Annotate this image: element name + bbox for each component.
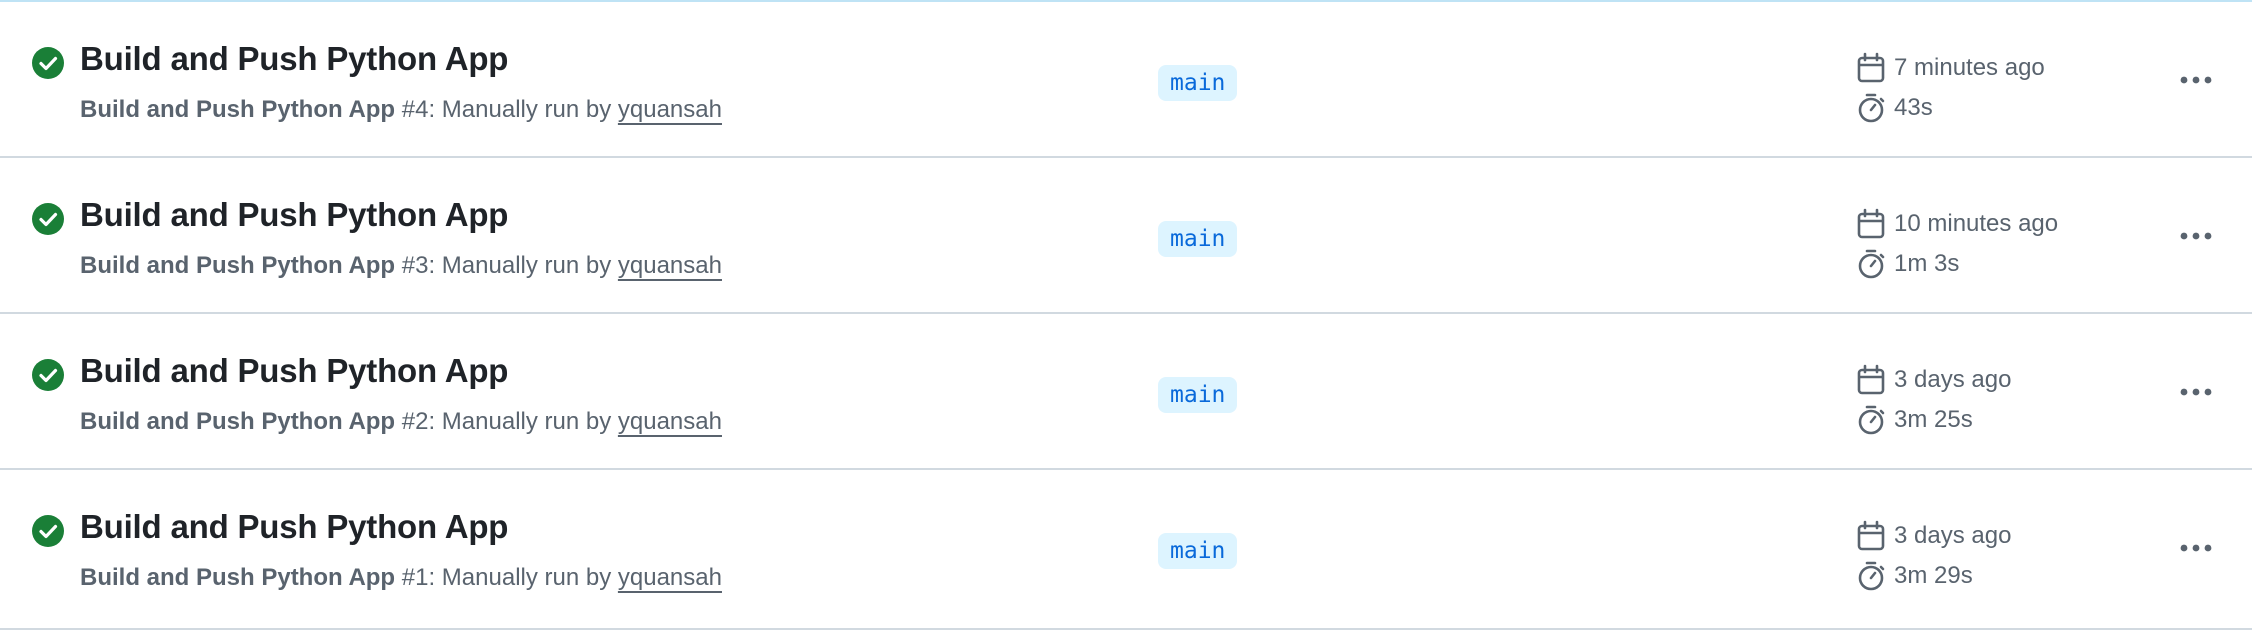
run-timing: 7 minutes ago 43s bbox=[1856, 48, 2156, 128]
stopwatch-icon bbox=[1856, 92, 1886, 124]
actor-link[interactable]: yquansah bbox=[618, 252, 722, 279]
duration-label: 3m 29s bbox=[1894, 562, 1973, 589]
kebab-menu-icon bbox=[2179, 387, 2213, 397]
actor-link[interactable]: yquansah bbox=[618, 564, 722, 591]
duration-label: 43s bbox=[1894, 94, 1933, 121]
workflow-name: Build and Push Python App bbox=[80, 408, 396, 435]
calendar-icon bbox=[1856, 520, 1886, 552]
trigger-text: : Manually run by bbox=[428, 96, 618, 123]
workflow-name: Build and Push Python App bbox=[80, 252, 396, 279]
workflow-name: Build and Push Python App bbox=[80, 96, 396, 123]
branch-badge[interactable]: main bbox=[1158, 65, 1238, 101]
created-label: 3 days ago bbox=[1894, 522, 2012, 549]
created-label: 7 minutes ago bbox=[1894, 54, 2045, 81]
kebab-menu-icon bbox=[2179, 231, 2213, 241]
run-meta: Build and Push Python App #3: Manually r… bbox=[80, 252, 722, 280]
check-circle-icon bbox=[31, 202, 65, 236]
run-timing: 3 days ago 3m 29s bbox=[1856, 516, 2156, 596]
run-title-link[interactable]: Build and Push Python App bbox=[80, 352, 508, 390]
stopwatch-icon bbox=[1856, 404, 1886, 436]
duration-label: 3m 25s bbox=[1894, 406, 1973, 433]
trigger-text: : Manually run by bbox=[428, 564, 618, 591]
run-number: #1 bbox=[401, 564, 429, 591]
kebab-menu-icon bbox=[2179, 543, 2213, 553]
workflow-run-list: Build and Push Python App Build and Push… bbox=[0, 0, 2252, 630]
trigger-text: : Manually run by bbox=[428, 252, 618, 279]
run-number: #4 bbox=[401, 96, 429, 123]
run-number: #2 bbox=[401, 408, 429, 435]
check-circle-icon bbox=[31, 514, 65, 548]
created-label: 3 days ago bbox=[1894, 366, 2012, 393]
run-title-link[interactable]: Build and Push Python App bbox=[80, 508, 508, 546]
calendar-icon bbox=[1856, 208, 1886, 240]
run-timing: 3 days ago 3m 25s bbox=[1856, 360, 2156, 440]
stopwatch-icon bbox=[1856, 560, 1886, 592]
branch-badge[interactable]: main bbox=[1158, 221, 1238, 257]
workflow-run-row[interactable]: Build and Push Python App Build and Push… bbox=[0, 158, 2252, 314]
duration-time: 3m 25s bbox=[1856, 400, 2156, 440]
created-time: 3 days ago bbox=[1856, 360, 2156, 400]
run-title-link[interactable]: Build and Push Python App bbox=[80, 40, 508, 78]
branch-badge[interactable]: main bbox=[1158, 377, 1238, 413]
check-circle-icon bbox=[31, 46, 65, 80]
more-options-button[interactable] bbox=[2174, 372, 2218, 412]
duration-time: 1m 3s bbox=[1856, 244, 2156, 284]
kebab-menu-icon bbox=[2179, 75, 2213, 85]
stopwatch-icon bbox=[1856, 248, 1886, 280]
run-meta: Build and Push Python App #1: Manually r… bbox=[80, 564, 722, 592]
more-options-button[interactable] bbox=[2174, 216, 2218, 256]
duration-time: 43s bbox=[1856, 88, 2156, 128]
branch-badge[interactable]: main bbox=[1158, 533, 1238, 569]
calendar-icon bbox=[1856, 364, 1886, 396]
run-title-link[interactable]: Build and Push Python App bbox=[80, 196, 508, 234]
run-meta: Build and Push Python App #2: Manually r… bbox=[80, 408, 722, 436]
trigger-text: : Manually run by bbox=[428, 408, 618, 435]
more-options-button[interactable] bbox=[2174, 60, 2218, 100]
check-circle-icon bbox=[31, 358, 65, 392]
run-timing: 10 minutes ago 1m 3s bbox=[1856, 204, 2156, 284]
run-number: #3 bbox=[401, 252, 429, 279]
workflow-run-row[interactable]: Build and Push Python App Build and Push… bbox=[0, 314, 2252, 470]
duration-time: 3m 29s bbox=[1856, 556, 2156, 596]
workflow-name: Build and Push Python App bbox=[80, 564, 396, 591]
more-options-button[interactable] bbox=[2174, 528, 2218, 568]
created-time: 10 minutes ago bbox=[1856, 204, 2156, 244]
created-label: 10 minutes ago bbox=[1894, 210, 2059, 237]
workflow-run-row[interactable]: Build and Push Python App Build and Push… bbox=[0, 470, 2252, 628]
workflow-run-row[interactable]: Build and Push Python App Build and Push… bbox=[0, 2, 2252, 158]
duration-label: 1m 3s bbox=[1894, 250, 1960, 277]
created-time: 3 days ago bbox=[1856, 516, 2156, 556]
actor-link[interactable]: yquansah bbox=[618, 408, 722, 435]
created-time: 7 minutes ago bbox=[1856, 48, 2156, 88]
actor-link[interactable]: yquansah bbox=[618, 96, 722, 123]
run-meta: Build and Push Python App #4: Manually r… bbox=[80, 96, 722, 124]
calendar-icon bbox=[1856, 52, 1886, 84]
